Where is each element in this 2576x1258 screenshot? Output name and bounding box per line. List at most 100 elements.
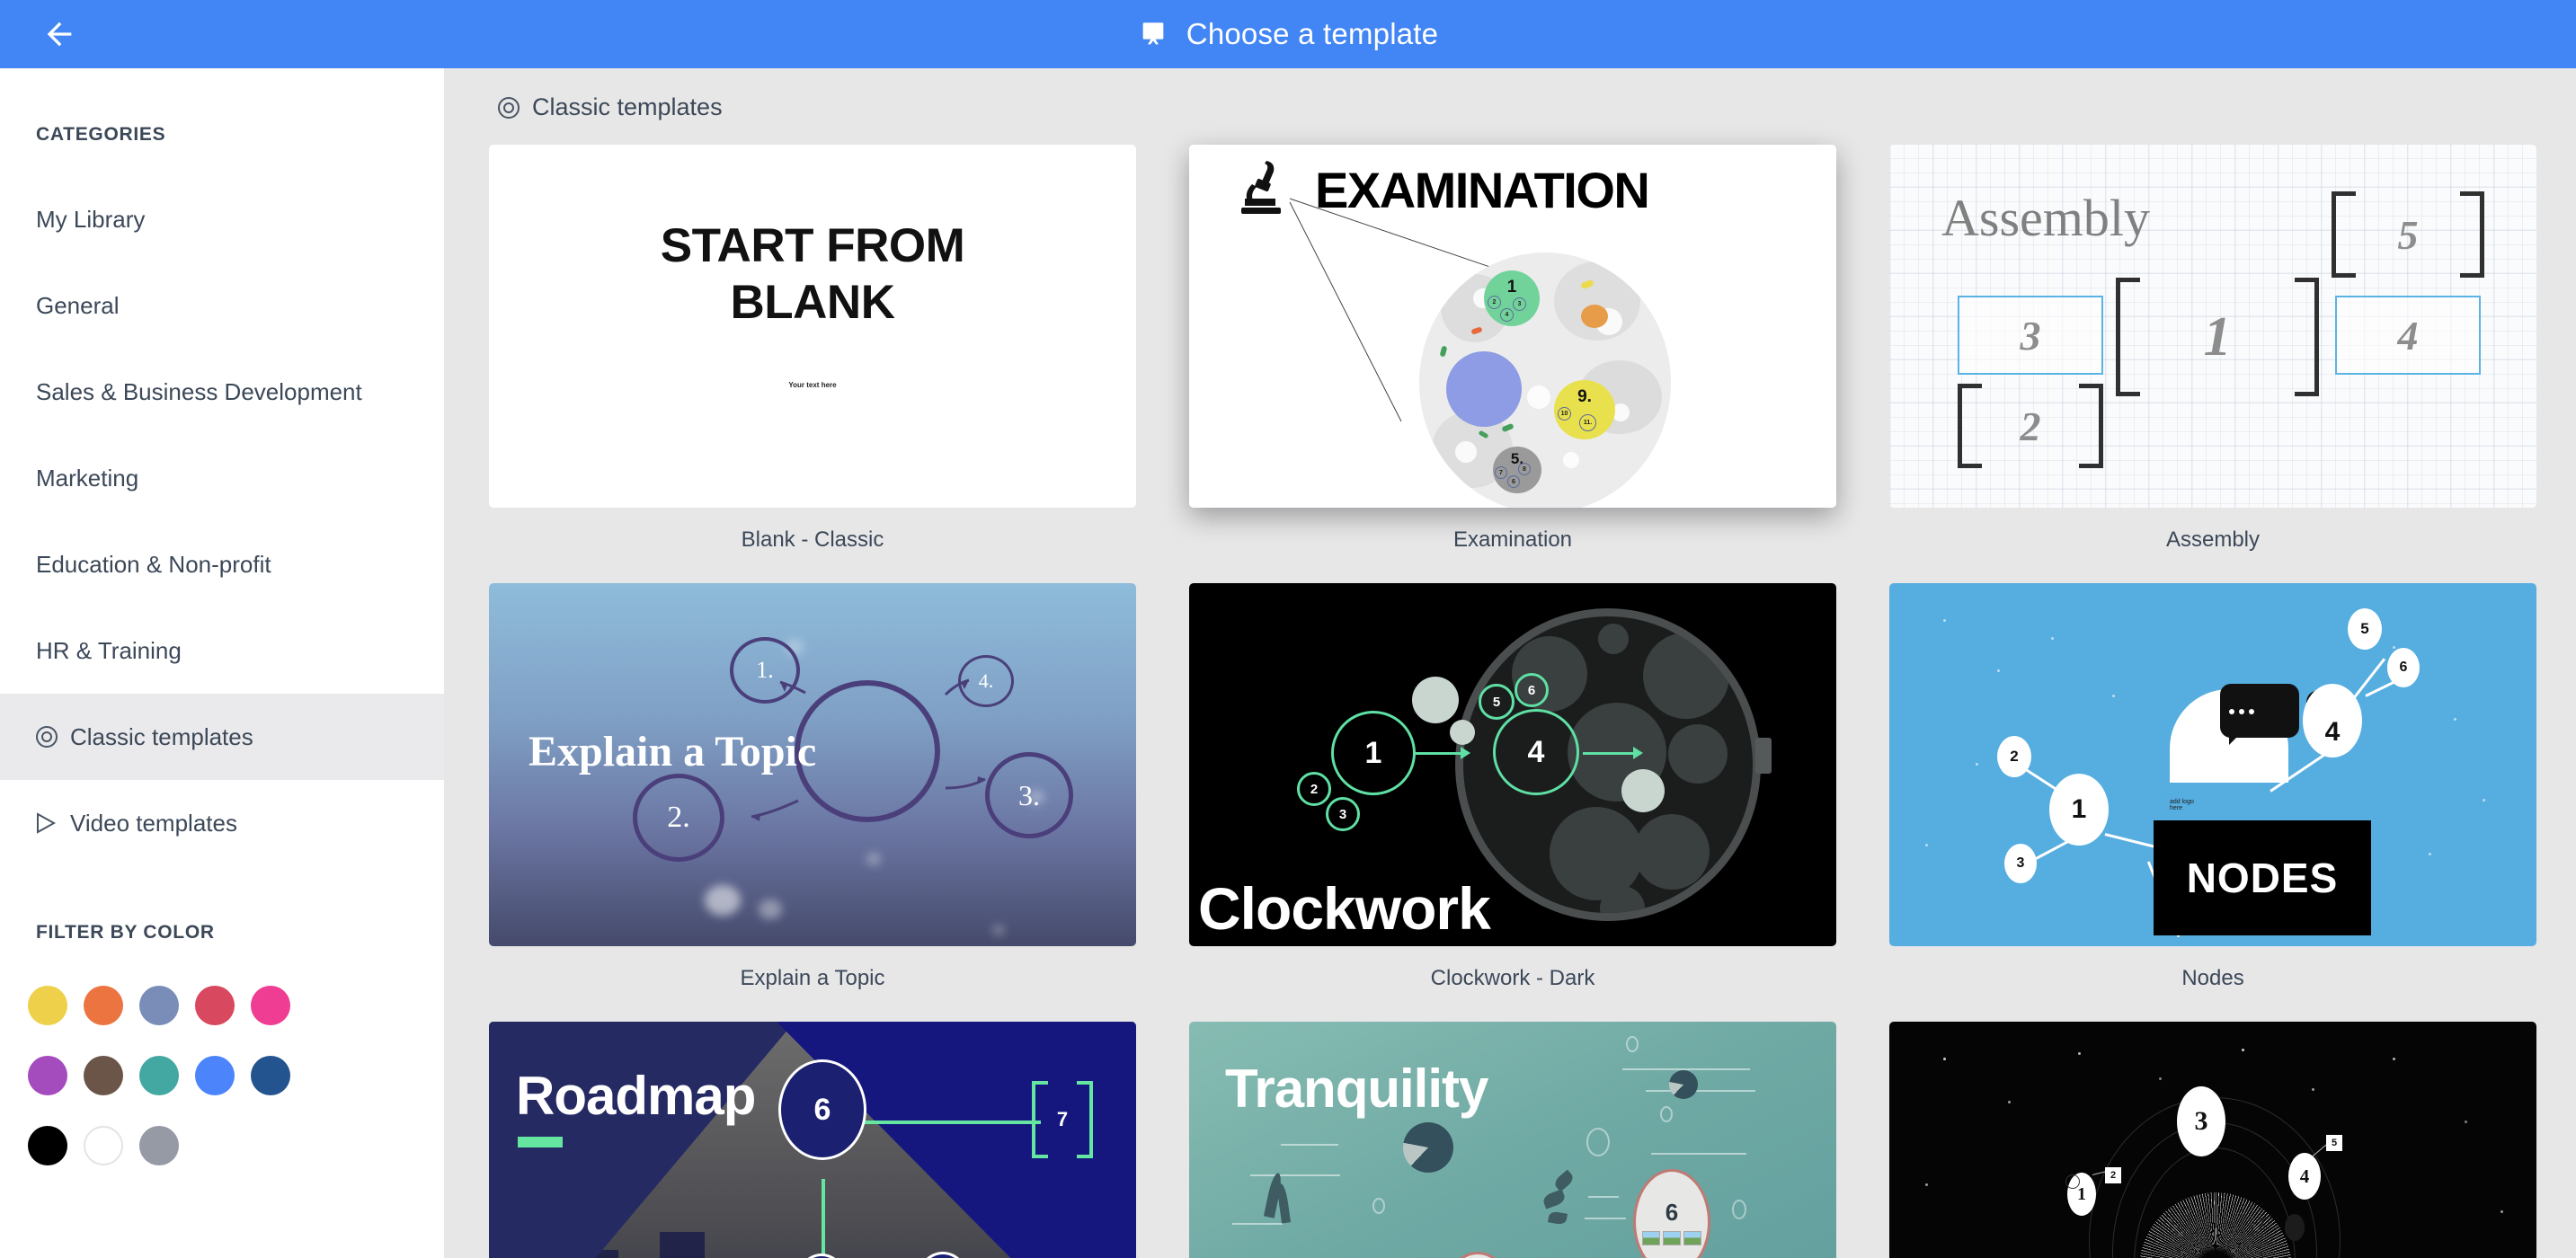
clockwork-circle-6: 6	[1515, 673, 1549, 707]
clockwork-circle-4: 4	[1493, 709, 1579, 795]
nodes-preview: add logo here 1 2 3 4 5 6 NODES	[1889, 583, 2536, 946]
section-header: Classic templates	[444, 68, 2576, 121]
exam-subcell: 4	[1500, 308, 1514, 322]
cosmos-number: 3	[2194, 1106, 2208, 1136]
template-card-nodes[interactable]: add logo here 1 2 3 4 5 6 NODES Nodes	[1889, 583, 2536, 1022]
section-title-label: Classic templates	[532, 93, 723, 120]
tranquility-preview: Tranquility 6	[1189, 1022, 1836, 1258]
sidebar-item-education-non-profit[interactable]: Education & Non-profit	[0, 521, 444, 607]
template-card-examination[interactable]: EXAMINATION 1 2 3 4 9. 10 11. 5. 7 8 6 E…	[1189, 145, 1836, 583]
sidebar-item-my-library[interactable]: My Library	[0, 176, 444, 262]
roadmap-number: 6	[813, 1092, 831, 1127]
clockwork-number: 6	[1527, 682, 1536, 698]
sidebar-item-hr-training[interactable]: HR & Training	[0, 607, 444, 694]
nodes-circle-2: 2	[1997, 736, 2031, 777]
template-label: Nodes	[2181, 966, 2244, 990]
nodes-title-banner: NODES	[2154, 820, 2371, 935]
template-card-blank-classic[interactable]: START FROM BLANK Your text here Blank - …	[489, 145, 1136, 583]
clockwork-number: 2	[1310, 781, 1319, 797]
blank-subtitle: Your text here	[788, 381, 837, 390]
blank-preview: START FROM BLANK Your text here	[489, 145, 1136, 508]
template-label: Examination	[1452, 527, 1573, 552]
template-thumbnail[interactable]: Tranquility 6	[1189, 1022, 1836, 1258]
template-card-explain-a-topic[interactable]: 1. 2. 3. 4. Explain a Topic Explain a To…	[489, 583, 1136, 1022]
exam-subcell: 2	[1488, 296, 1501, 309]
color-swatch-red[interactable]	[195, 986, 235, 1025]
template-thumbnail[interactable]: 1 2 3 4 5 6 Clockwork	[1189, 583, 1836, 946]
template-grid: START FROM BLANK Your text here Blank - …	[444, 121, 2576, 1258]
color-swatch-purple[interactable]	[28, 1056, 67, 1095]
clockwork-number: 1	[1364, 735, 1382, 770]
sidebar-item-video-templates[interactable]: Video templates	[0, 780, 444, 866]
template-card-roadmap[interactable]: Roadmap 6 7 5 4	[489, 1022, 1136, 1258]
color-swatch-teal[interactable]	[139, 1056, 179, 1095]
color-filter-grid	[0, 944, 444, 1177]
back-button[interactable]	[25, 0, 93, 68]
color-swatch-orange[interactable]	[84, 986, 123, 1025]
color-swatch-blue[interactable]	[195, 1056, 235, 1095]
roadmap-bracket-7: 7	[1032, 1081, 1093, 1158]
clockwork-circle-1: 1	[1331, 711, 1416, 795]
petri-dish: 1 2 3 4 9. 10 11. 5. 7 8 6	[1419, 252, 1671, 508]
clockwork-circle-3: 3	[1326, 797, 1360, 831]
template-thumbnail[interactable]: 1. 2. 3. 4. Explain a Topic	[489, 583, 1136, 946]
nodes-circle-3: 3	[2004, 844, 2037, 883]
template-card-assembly[interactable]: Assembly 5 3 1 4 2 Assembly	[1889, 145, 2536, 583]
template-thumbnail[interactable]: START FROM BLANK Your text here	[489, 145, 1136, 508]
template-card-clockwork-dark[interactable]: 1 2 3 4 5 6 Clockwork Clockwork - Dark	[1189, 583, 1836, 1022]
sidebar-item-sales-business-development[interactable]: Sales & Business Development	[0, 349, 444, 435]
explain-topic-preview: 1. 2. 3. 4. Explain a Topic	[489, 583, 1136, 946]
exam-cell-number: 9.	[1577, 387, 1592, 406]
assembly-number: 3	[2020, 312, 2041, 359]
color-swatch-white[interactable]	[84, 1126, 123, 1165]
template-thumbnail[interactable]: Assembly 5 3 1 4 2	[1889, 145, 2536, 508]
assembly-box-4: 4	[2335, 296, 2481, 375]
examination-preview: EXAMINATION 1 2 3 4 9. 10 11. 5. 7 8 6	[1189, 145, 1836, 508]
template-label: Explain a Topic	[740, 966, 885, 990]
assembly-number: 5	[2397, 211, 2419, 258]
color-swatch-navy[interactable]	[251, 1056, 290, 1095]
nodes-number: 3	[2016, 855, 2025, 871]
sidebar-item-label: Video templates	[70, 810, 237, 837]
clockwork-circle-2: 2	[1297, 772, 1331, 806]
clockwork-preview: 1 2 3 4 5 6 Clockwork	[1189, 583, 1836, 946]
exam-subcell: 8	[1518, 463, 1531, 475]
presentation-board-icon	[1142, 22, 1164, 45]
clockwork-number: 3	[1338, 806, 1347, 822]
play-triangle-icon	[36, 812, 58, 834]
nodes-speech-tail	[2229, 734, 2240, 745]
categories-heading: CATEGORIES	[36, 124, 166, 145]
template-label: Clockwork - Dark	[1430, 966, 1595, 990]
color-swatch-black[interactable]	[28, 1126, 67, 1165]
template-thumbnail[interactable]: Roadmap 6 7 5 4	[489, 1022, 1136, 1258]
cosmos-number: 1	[2077, 1183, 2086, 1204]
color-swatch-pink[interactable]	[251, 986, 290, 1025]
page-title: Choose a template	[1186, 17, 1439, 50]
tranquility-connectors	[1189, 1022, 1836, 1258]
sidebar-item-general[interactable]: General	[0, 262, 444, 349]
color-swatch-gray[interactable]	[139, 1126, 179, 1165]
nodes-number: 6	[2399, 660, 2408, 675]
template-card-cosmos[interactable]: 3 1 4 2 5 9	[1889, 1022, 2536, 1258]
template-thumbnail[interactable]: 3 1 4 2 5 9	[1889, 1022, 2536, 1258]
sidebar-item-label: Marketing	[36, 465, 139, 492]
sidebar-item-marketing[interactable]: Marketing	[0, 435, 444, 521]
assembly-number: 1	[2203, 306, 2232, 368]
nodes-number: 2	[2010, 748, 2019, 765]
assembly-bracket-2: 2	[1958, 384, 2103, 468]
color-swatch-brown[interactable]	[84, 1056, 123, 1095]
sidebar-item-label: Sales & Business Development	[36, 378, 362, 405]
sidebar-item-label: HR & Training	[36, 637, 182, 664]
template-card-tranquility[interactable]: Tranquility 6	[1189, 1022, 1836, 1258]
color-swatch-yellow[interactable]	[28, 986, 67, 1025]
clockwork-number: 5	[1492, 694, 1501, 710]
template-thumbnail[interactable]: add logo here 1 2 3 4 5 6 NODES	[1889, 583, 2536, 946]
roadmap-circle-6: 6	[778, 1059, 866, 1160]
template-thumbnail[interactable]: EXAMINATION 1 2 3 4 9. 10 11. 5. 7 8 6	[1189, 145, 1836, 508]
cosmos-number: 4	[2299, 1165, 2310, 1187]
filter-by-color-heading: FILTER BY COLOR	[36, 922, 215, 943]
color-swatch-slate-blue[interactable]	[139, 986, 179, 1025]
sidebar-item-classic-templates[interactable]: Classic templates	[0, 694, 444, 780]
sidebar-item-label: Classic templates	[70, 723, 253, 750]
cosmos-small-ring	[2065, 1174, 2080, 1189]
